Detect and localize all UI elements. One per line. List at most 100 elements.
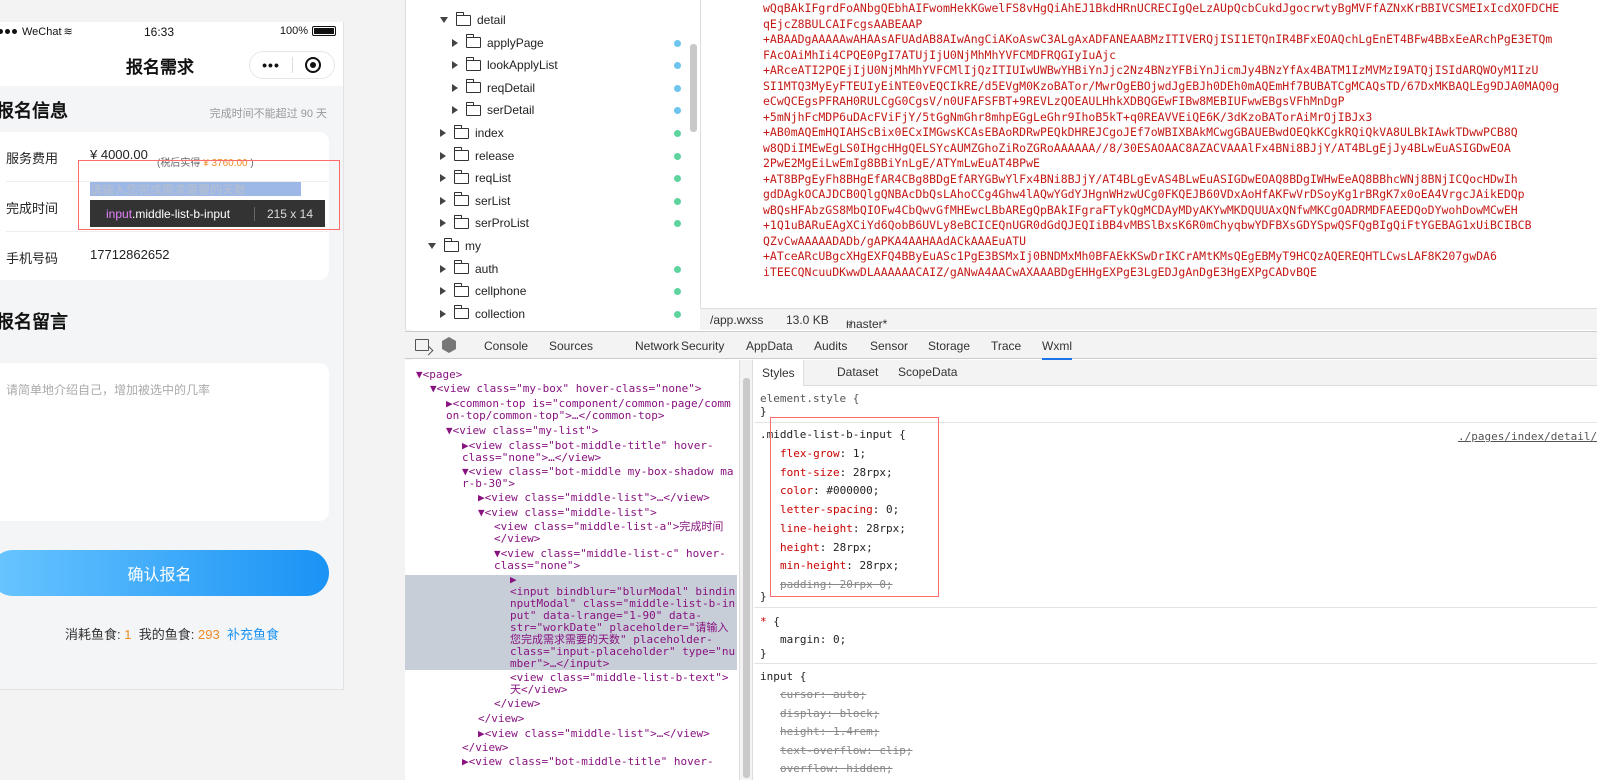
- tree-item-detail[interactable]: detail: [440, 9, 506, 31]
- tree-item-auth[interactable]: auth: [440, 258, 498, 280]
- tree-item-my[interactable]: my: [428, 235, 481, 257]
- wxml-node[interactable]: ▼<page>: [416, 369, 462, 381]
- confirm-button[interactable]: 确认报名: [0, 550, 329, 596]
- css-prop-input[interactable]: cursor: auto;: [780, 688, 866, 701]
- tree-item-release[interactable]: release: [440, 145, 514, 167]
- panel-scrollbar[interactable]: [739, 360, 753, 780]
- wxml-node[interactable]: r-b-30">: [462, 478, 515, 490]
- wxml-node[interactable]: class="none">: [494, 560, 580, 572]
- style-subtabs: Styles Dataset ScopeData: [754, 360, 1597, 386]
- cost-label: 消耗鱼食:: [65, 627, 121, 642]
- collapsed-arrow-icon[interactable]: [440, 174, 446, 183]
- wxml-node[interactable]: ▶<view class="middle-list">…</view>: [478, 492, 710, 504]
- status-dot: [674, 152, 681, 160]
- code-editor: wQqBAkIFgrdFoANbgQEbhAIFwomHekKGwelFS8vH…: [700, 0, 1597, 308]
- collapsed-arrow-icon[interactable]: [452, 38, 458, 47]
- tab-appdata[interactable]: AppData: [746, 339, 793, 353]
- collapsed-arrow-icon[interactable]: [452, 83, 458, 92]
- tab-trace[interactable]: Trace: [991, 339, 1021, 353]
- wxml-node[interactable]: ▶<view class="bot-middle-title" hover-: [462, 756, 714, 768]
- wxml-node[interactable]: ▼<view class="middle-list">: [478, 507, 657, 519]
- collapsed-arrow-icon[interactable]: [440, 196, 446, 205]
- menu-capsule[interactable]: •••: [249, 51, 335, 79]
- folder-icon: [453, 260, 469, 275]
- tree-item-index[interactable]: index: [440, 122, 504, 144]
- css-prop-input[interactable]: display: block;: [780, 707, 879, 720]
- tree-item-reqList[interactable]: reqList: [440, 167, 511, 189]
- tab-storage[interactable]: Storage: [928, 339, 970, 353]
- tree-item-cellphone[interactable]: cellphone: [440, 280, 526, 302]
- wxml-node[interactable]: mber">…</input>: [510, 658, 609, 670]
- close-miniprogram-button[interactable]: [293, 57, 334, 73]
- subtab-dataset[interactable]: Dataset: [837, 365, 878, 379]
- subtab-styles[interactable]: Styles: [754, 360, 804, 386]
- tree-item-applyPage[interactable]: applyPage: [452, 32, 544, 54]
- css-prop-input[interactable]: overflow: hidden;: [780, 762, 893, 775]
- tree-item-lookApplyList[interactable]: lookApplyList: [452, 54, 558, 76]
- wxml-node[interactable]: </view>: [462, 742, 508, 754]
- star-prop: margin: 0;: [780, 633, 847, 646]
- tree-item-label: applyPage: [487, 35, 544, 50]
- status-dot: [674, 288, 681, 296]
- collapsed-arrow-icon[interactable]: [440, 219, 446, 228]
- status-dot: [674, 265, 681, 273]
- collapsed-arrow-icon[interactable]: [440, 151, 446, 160]
- wxml-node[interactable]: 天</view>: [510, 684, 567, 696]
- inspect-icon[interactable]: [415, 339, 429, 351]
- topup-link[interactable]: 补充鱼食: [227, 627, 279, 642]
- element-style: element.style {: [760, 392, 860, 405]
- css-prop-input[interactable]: text-overflow: clip;: [780, 744, 912, 757]
- tab-console[interactable]: Console: [484, 339, 528, 353]
- css-prop-input[interactable]: height: 1.4rem;: [780, 725, 879, 738]
- tree-scrollbar[interactable]: [690, 44, 697, 132]
- status-bar: WeChat ≋ 16:33 100%: [0, 22, 343, 42]
- clock: 16:33: [144, 25, 175, 39]
- code-line: wBQsHFAbzGS8MbQIOFw4CbQwvGfMHEwcLBbAREgQ…: [763, 202, 1518, 217]
- file-path: /app.wxss: [710, 313, 764, 327]
- tree-item-serDetail[interactable]: serDetail: [452, 99, 534, 121]
- expanded-arrow-icon[interactable]: [428, 243, 436, 249]
- wxml-node[interactable]: ▼<view class="my-list">: [446, 425, 598, 437]
- tab-sources[interactable]: Sources: [549, 339, 593, 353]
- tree-item-serProList[interactable]: serProList: [440, 212, 529, 234]
- inspect-tooltip: input.middle-list-b-input 215 x 14: [90, 200, 325, 227]
- collapsed-arrow-icon[interactable]: [452, 106, 458, 115]
- message-textarea[interactable]: 请简单地介绍自己，增加被选中的几率: [0, 363, 329, 521]
- wxml-node[interactable]: </view>: [494, 698, 540, 710]
- tab-security[interactable]: Security: [681, 339, 724, 353]
- collapsed-arrow-icon[interactable]: [440, 309, 446, 318]
- folder-icon: [443, 237, 459, 252]
- tree-item-serList[interactable]: serList: [440, 190, 510, 212]
- tree-item-collection[interactable]: collection: [440, 303, 525, 325]
- tree-item-reqDetail[interactable]: reqDetail: [452, 77, 535, 99]
- tab-network[interactable]: Network: [635, 339, 679, 353]
- status-dot: [674, 175, 681, 183]
- collapsed-arrow-icon[interactable]: [440, 264, 446, 273]
- collapsed-arrow-icon[interactable]: [452, 61, 458, 70]
- tab-audits[interactable]: Audits: [814, 339, 847, 353]
- collapsed-arrow-icon[interactable]: [440, 287, 446, 296]
- tab-sensor[interactable]: Sensor: [870, 339, 908, 353]
- wxml-node[interactable]: </view>: [494, 533, 540, 545]
- file-size: 13.0 KB: [786, 313, 829, 327]
- subtab-scopedata[interactable]: ScopeData: [898, 365, 957, 379]
- rule-source-link[interactable]: ./pages/index/detail/app: [1458, 430, 1597, 443]
- code-line: QZvCwAAAAADADb/gAPKA4AAHAAdACkAAAEuATU: [763, 233, 1027, 248]
- status-dot: [674, 62, 681, 70]
- signal-icon: WeChat ≋: [0, 25, 73, 38]
- tooltip-dimensions: 215 x 14: [253, 206, 325, 221]
- status-dot: [674, 197, 681, 205]
- wxml-node[interactable]: </view>: [478, 713, 524, 725]
- wxml-node[interactable]: ▶<view class="middle-list">…</view>: [478, 728, 710, 740]
- wxml-tree: ▼<page> ▼<view class="my-box" hover-class…: [405, 360, 738, 780]
- more-icon[interactable]: •••: [250, 57, 292, 73]
- wxml-node[interactable]: on-top/common-top">…</common-top>: [446, 410, 665, 422]
- status-dot: [674, 39, 681, 47]
- tab-wxml[interactable]: Wxml: [1042, 339, 1072, 360]
- expanded-arrow-icon[interactable]: [440, 17, 448, 23]
- wxml-node[interactable]: class="none">…</view>: [462, 452, 601, 464]
- tree-item-label: serDetail: [487, 103, 535, 118]
- collapsed-arrow-icon[interactable]: [440, 129, 446, 137]
- device-icon[interactable]: [442, 337, 456, 353]
- wxml-node[interactable]: ▼<view class="my-box" hover-class="none"…: [430, 383, 702, 395]
